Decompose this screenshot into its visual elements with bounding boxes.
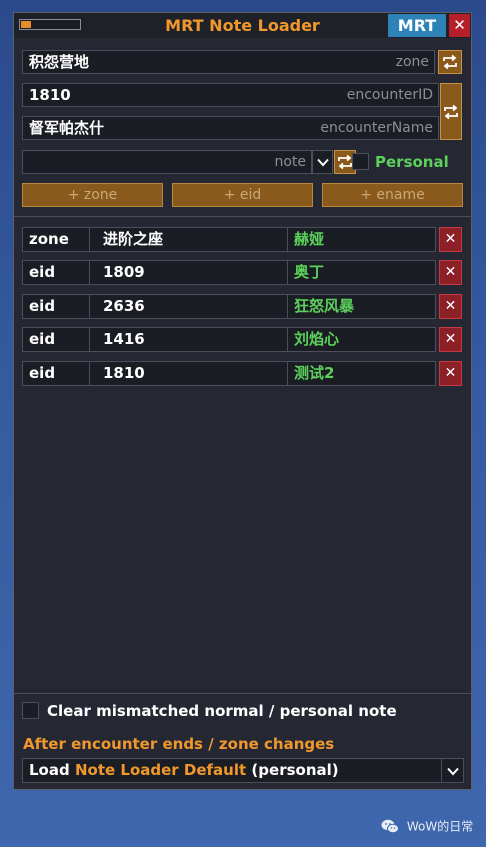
watermark: WoW的日常 [381,816,473,836]
load-prefix: Load [29,761,70,779]
close-button[interactable]: ✕ [449,14,470,37]
zone-placeholder: zone [395,54,429,70]
rule-row: zone 进阶之座 赫娅 ✕ [22,227,462,252]
personal-label: Personal [375,153,449,171]
after-encounter-label: After encounter ends / zone changes [23,735,335,753]
rule-type[interactable]: eid [22,260,91,286]
encounter-id-input[interactable]: 1810 encounterID [22,83,439,107]
rule-row: eid 1416 刘焰心 ✕ [22,327,462,353]
rule-type[interactable]: eid [22,293,91,319]
clear-mismatched-label: Clear mismatched normal / personal note [47,702,397,720]
note-select[interactable]: note [22,150,312,174]
rule-type[interactable]: eid [22,327,91,353]
zone-value: 积怨营地 [29,53,90,71]
load-note-select[interactable]: Load Note Loader Default (personal) [22,758,464,783]
note-placeholder: note [274,154,306,170]
rule-note[interactable]: 赫娅 [287,227,436,252]
rule-row: eid 1809 奥丁 ✕ [22,260,462,286]
rule-row: eid 2636 狂怒风暴 ✕ [22,293,462,319]
sync-icon [444,104,458,119]
encounter-name-input[interactable]: 督军帕杰什 encounterName [22,116,439,140]
load-dropdown-button[interactable] [441,758,464,783]
rule-note[interactable]: 狂怒风暴 [287,293,436,319]
zone-input[interactable]: 积怨营地 zone [22,50,435,74]
encounter-sync-button[interactable] [440,83,462,140]
rule-note[interactable]: 测试2 [287,360,436,386]
sync-icon [338,154,352,170]
clear-mismatched-checkbox[interactable] [22,702,39,719]
encounter-name-placeholder: encounterName [320,120,433,136]
zone-sync-button[interactable] [438,50,462,74]
note-dropdown-button[interactable] [312,150,333,174]
wechat-icon [381,819,399,834]
load-note-value: Load Note Loader Default (personal) [29,759,339,782]
load-highlight: Note Loader Default [74,761,247,779]
divider [14,216,471,217]
rule-id[interactable]: 2636 [89,293,289,319]
encounter-id-placeholder: encounterID [346,87,433,103]
rule-note[interactable]: 奥丁 [287,260,436,286]
mrt-button[interactable]: MRT [388,14,446,37]
add-zone-button[interactable]: + zone [22,183,163,207]
sync-icon [443,54,457,70]
load-suffix: (personal) [251,761,339,779]
chevron-down-icon [317,158,329,167]
delete-rule-button[interactable]: ✕ [439,293,462,319]
delete-rule-button[interactable]: ✕ [439,227,462,252]
delete-rule-button[interactable]: ✕ [439,360,462,386]
chevron-down-icon [447,767,459,776]
rule-id[interactable]: 进阶之座 [89,227,289,252]
watermark-text: WoW的日常 [406,819,474,834]
add-eid-button[interactable]: + eid [172,183,313,207]
divider [14,693,471,694]
rule-id[interactable]: 1810 [89,360,289,386]
rule-row: eid 1810 测试2 ✕ [22,360,462,386]
rule-id[interactable]: 1809 [89,260,289,286]
delete-rule-button[interactable]: ✕ [439,327,462,353]
encounter-name-value: 督军帕杰什 [29,119,105,137]
rule-id[interactable]: 1416 [89,327,289,353]
personal-checkbox[interactable] [352,153,369,170]
add-ename-button[interactable]: + ename [322,183,463,207]
mrt-note-loader-window: MRT Note Loader MRT ✕ 积怨营地 zone 1810 enc… [13,12,472,790]
rule-type[interactable]: eid [22,360,91,386]
title-bar[interactable]: MRT Note Loader MRT ✕ [14,13,471,38]
rule-type[interactable]: zone [22,227,91,252]
rule-note[interactable]: 刘焰心 [287,327,436,353]
encounter-id-value: 1810 [29,86,71,104]
delete-rule-button[interactable]: ✕ [439,260,462,286]
